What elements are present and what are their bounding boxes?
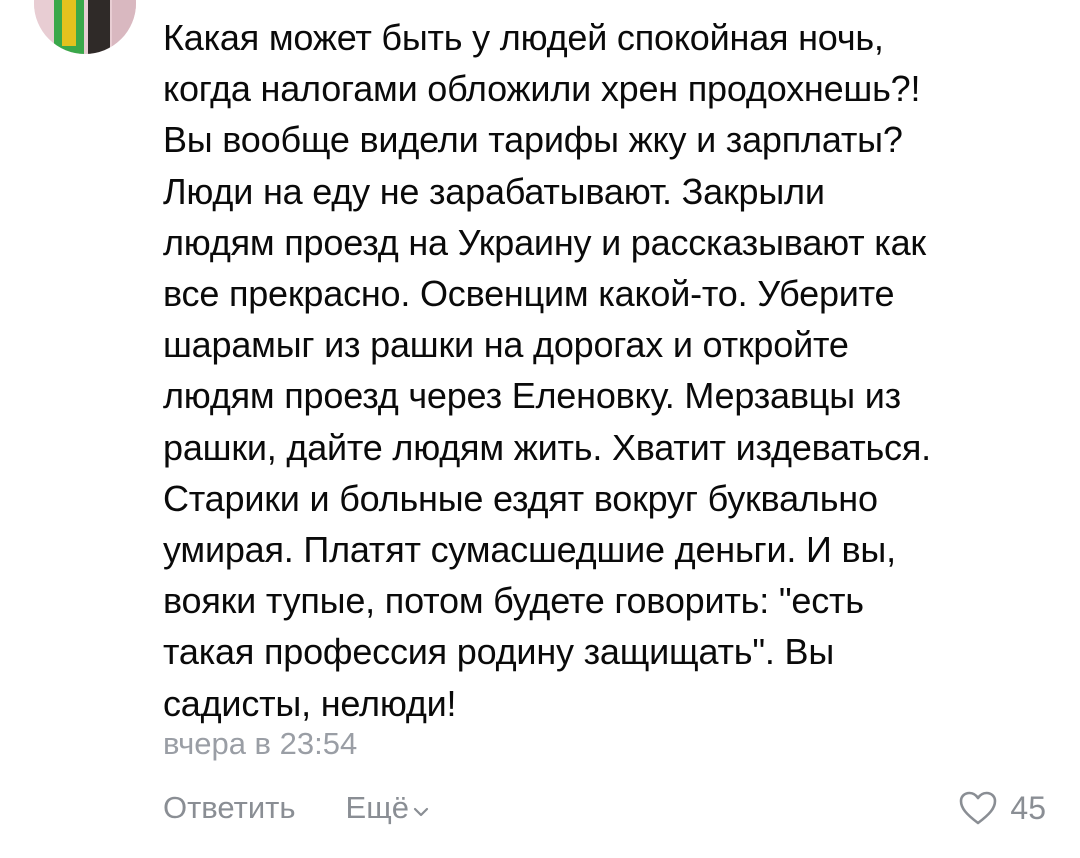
comment-line: когда налогами обложили хрен продохнешь?…: [163, 68, 921, 110]
comment-actions: Ответить Ещё: [163, 786, 429, 830]
comment-line: Какая может быть у людей спокойная ночь,: [163, 17, 884, 58]
comment-line: умирая. Платят сумасшедшие деньги. И вы,: [163, 529, 896, 571]
more-label: Ещё: [345, 790, 409, 825]
avatar[interactable]: [34, 0, 136, 54]
heart-outline-icon: [960, 791, 997, 825]
comment-line: Люди на еду не зарабатывают. Закрыли: [163, 170, 825, 212]
more-button[interactable]: Ещё: [346, 790, 429, 826]
comment-line: вояки тупые, потом будете говорить: "ест…: [163, 580, 864, 622]
comment-timestamp[interactable]: вчера в 23:54: [163, 726, 357, 762]
comment-line: все прекрасно. Освенцим какой-то. Уберит…: [163, 273, 895, 315]
avatar-image: [34, 0, 136, 54]
comment-line: Вы вообще видели тарифы жку и зарплаты?: [163, 119, 903, 161]
comment-line: шарамыг из рашки на дорогах и откройте: [163, 324, 849, 366]
reply-button[interactable]: Ответить: [163, 790, 296, 826]
comment-line: Старики и больные ездят вокруг буквально: [163, 477, 878, 519]
comment-line: садисты, нелюди!: [163, 682, 457, 724]
likes-count: 45: [1010, 789, 1046, 826]
chevron-down-icon: [413, 807, 429, 817]
comment-line: людям проезд на Украину и рассказывают к…: [163, 221, 926, 263]
like-button[interactable]: 45: [958, 786, 1046, 830]
comment-line: такая профессия родину защищать". Вы: [163, 631, 835, 673]
comment-text: Какая может быть у людей спокойная ночь,…: [163, 12, 1063, 729]
comment-line: рашки, дайте людям жить. Хватит издевать…: [163, 426, 931, 468]
comment-line: людям проезд через Еленовку. Мерзавцы из: [163, 375, 901, 417]
